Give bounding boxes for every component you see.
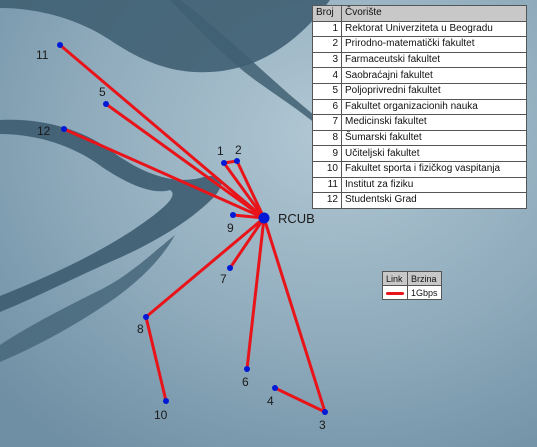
node-number: 5 (312, 82, 342, 100)
node-number: 7 (312, 114, 342, 131)
node-number: 9 (312, 145, 342, 162)
node-name: Studentski Grad (341, 192, 527, 209)
node-number: 3 (312, 51, 342, 69)
node-9 (230, 212, 236, 218)
node-number: 6 (312, 98, 342, 116)
link-line-icon (386, 291, 404, 295)
hub-label: RCUB (278, 211, 315, 226)
node-name: Medicinski fakultet (341, 114, 527, 131)
node-name: Saobraćajni fakultet (341, 67, 527, 84)
node-11 (57, 42, 63, 48)
node-label-6: 6 (242, 375, 249, 389)
node-label-9: 9 (227, 221, 234, 235)
legend-link-swatch (382, 285, 408, 300)
node-number: 1 (312, 20, 342, 38)
node-number: 11 (312, 176, 342, 194)
node-table-header-name: Čvorište (341, 5, 527, 22)
table-row: 6 Fakultet organizacionih nauka (312, 98, 527, 116)
node-number: 4 (312, 67, 342, 84)
node-label-1: 1 (217, 144, 224, 158)
table-row: 12 Studentski Grad (312, 192, 527, 209)
hub-node (258, 212, 270, 224)
node-name: Farmaceutski fakultet (341, 51, 527, 69)
table-row: 5 Poljoprivredni fakultet (312, 82, 527, 100)
node-1 (221, 160, 227, 166)
node-name: Rektorat Univerziteta u Beogradu (341, 20, 527, 38)
node-label-11: 11 (36, 48, 49, 62)
table-row: 7 Medicinski fakultet (312, 114, 527, 131)
legend-speed-value: 1Gbps (407, 285, 442, 300)
legend-header-link: Link (382, 271, 408, 286)
node-5 (103, 101, 109, 107)
node-2 (234, 158, 240, 164)
table-row: 10 Fakultet sporta i fizičkog vaspitanja (312, 160, 527, 178)
table-row: 2 Prirodno-matematički fakultet (312, 36, 527, 53)
node-label-8: 8 (137, 322, 144, 336)
node-7 (227, 265, 233, 271)
node-3 (322, 409, 328, 415)
link-legend: Link Brzina 1Gbps (382, 271, 442, 300)
table-row: 4 Saobraćajni fakultet (312, 67, 527, 84)
table-row: 3 Farmaceutski fakultet (312, 51, 527, 69)
node-name: Institut za fiziku (341, 176, 527, 194)
node-name: Učiteljski fakultet (341, 145, 527, 162)
node-name: Šumarski fakultet (341, 129, 527, 147)
node-10 (163, 398, 169, 404)
node-label-12: 12 (37, 124, 51, 138)
node-name: Fakultet sporta i fizičkog vaspitanja (341, 160, 527, 178)
node-name: Prirodno-matematički fakultet (341, 36, 527, 53)
node-number: 2 (312, 36, 342, 53)
node-4 (272, 385, 278, 391)
table-row: 9 Učiteljski fakultet (312, 145, 527, 162)
node-6 (244, 366, 250, 372)
node-label-7: 7 (220, 272, 227, 286)
node-label-10: 10 (154, 408, 168, 422)
node-12 (61, 126, 67, 132)
node-number: 8 (312, 129, 342, 147)
node-name: Poljoprivredni fakultet (341, 82, 527, 100)
node-label-3: 3 (319, 418, 326, 432)
node-label-5: 5 (99, 85, 106, 99)
node-table: Broj Čvorište 1 Rektorat Univerziteta u B… (312, 5, 527, 209)
legend-header-speed: Brzina (407, 271, 442, 286)
node-8 (143, 314, 149, 320)
node-name: Fakultet organizacionih nauka (341, 98, 527, 116)
table-row: 8 Šumarski fakultet (312, 129, 527, 147)
table-row: 11 Institut za fiziku (312, 176, 527, 194)
node-label-2: 2 (235, 143, 242, 157)
node-number: 10 (312, 160, 342, 178)
node-label-4: 4 (267, 394, 274, 408)
node-table-header-number: Broj (312, 5, 342, 22)
node-number: 12 (312, 192, 342, 209)
table-row: 1 Rektorat Univerziteta u Beogradu (312, 20, 527, 38)
